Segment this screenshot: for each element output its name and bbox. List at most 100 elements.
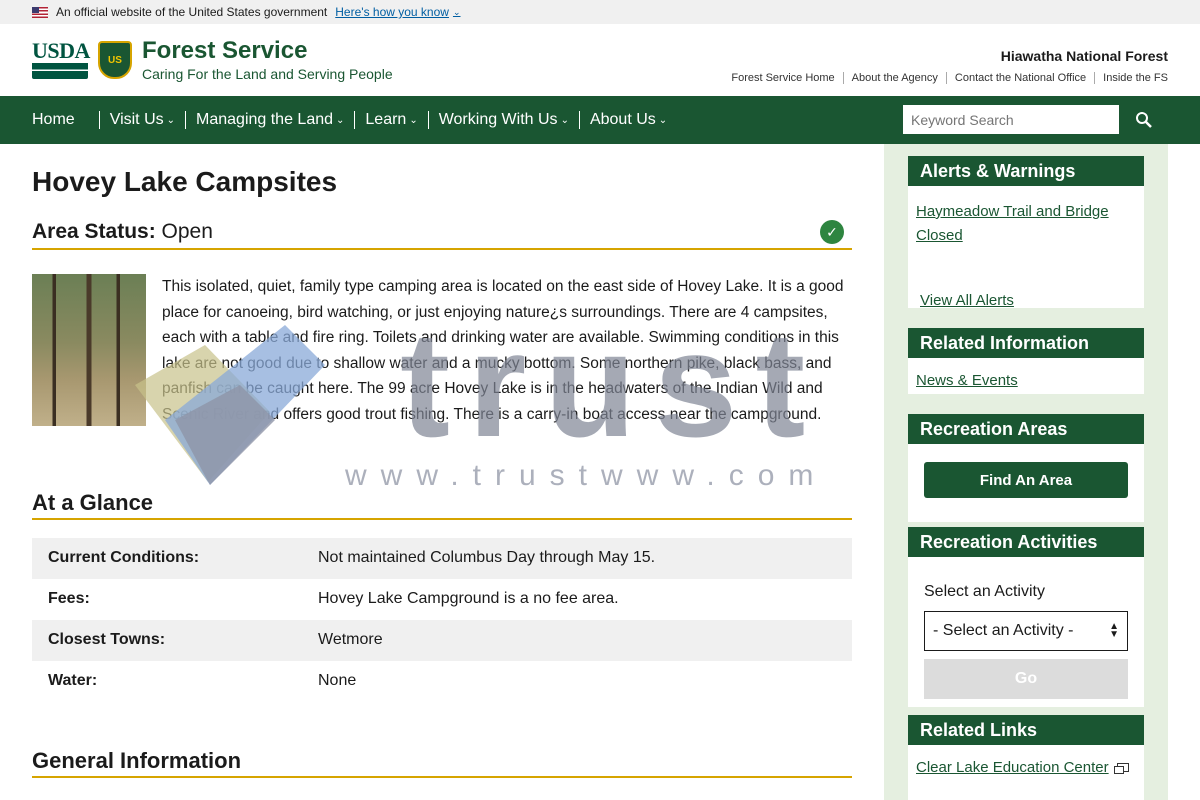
brand: Forest Service Caring For the Land and S…: [142, 38, 393, 83]
brand-tagline: Caring For the Land and Serving People: [142, 66, 393, 82]
nav-label[interactable]: Visit Us: [110, 111, 164, 129]
forest-service-shield-logo[interactable]: US: [98, 41, 132, 79]
sidebar: Alerts & Warnings Haymeadow Trail and Br…: [884, 144, 1168, 800]
nav-item-home[interactable]: Home: [32, 111, 75, 129]
nav-label[interactable]: Learn: [365, 111, 406, 129]
related-links-card: Related Links Clear Lake Education Cente…: [908, 715, 1144, 800]
search-button[interactable]: [1120, 104, 1168, 135]
chevron-down-icon: ⌄: [409, 114, 418, 126]
check-circle-icon: ✓: [820, 220, 844, 244]
nav-divider: [354, 111, 356, 129]
row-value: Hovey Lake Campground is a no fee area.: [318, 590, 619, 608]
alert-item-link[interactable]: Haymeadow Trail and Bridge Closed: [916, 203, 1109, 244]
utility-nav: Forest Service Home About the Agency Con…: [723, 72, 1168, 84]
chevron-down-icon: ⌄: [336, 114, 345, 126]
status-label: Area Status:: [32, 220, 156, 243]
alerts-footer: View All Alerts: [920, 292, 1014, 310]
nav-divider: [427, 111, 429, 129]
search-form: [902, 104, 1168, 135]
related-links-body: Clear Lake Education Center: [908, 745, 1144, 777]
row-key: Closest Towns:: [32, 619, 302, 661]
external-link-icon: [1114, 763, 1130, 775]
area-description: This isolated, quiet, family type campin…: [162, 278, 844, 423]
related-info-body: News & Events: [908, 358, 1144, 390]
alerts-body: Haymeadow Trail and Bridge Closed: [908, 186, 1144, 248]
table-row: Closest Towns: Wetmore: [32, 619, 852, 661]
find-area-button[interactable]: Find An Area: [924, 462, 1128, 498]
row-key: Current Conditions:: [32, 537, 302, 579]
intro-section: This isolated, quiet, family type campin…: [32, 274, 852, 428]
table-row: Fees: Hovey Lake Campground is a no fee a…: [32, 579, 852, 620]
usda-logo-text: USDA: [32, 38, 90, 63]
nav-item-working-with-us[interactable]: Working With Us ⌄: [439, 111, 569, 129]
recreation-areas-heading: Recreation Areas: [908, 414, 1144, 444]
main-nav: Home Visit Us ⌄ Managing the Land ⌄ Learn ⌄…: [0, 96, 1200, 144]
nav-item-managing-land[interactable]: Managing the Land ⌄: [196, 111, 344, 129]
row-value: Not maintained Columbus Day through May …: [302, 537, 852, 579]
table-row: Water: None: [32, 661, 852, 702]
campsite-photo[interactable]: [32, 274, 146, 426]
nav-divider: [185, 111, 187, 129]
site-header: USDA US Forest Service Caring For the La…: [0, 24, 1200, 96]
recreation-activities-heading: Recreation Activities: [908, 527, 1144, 557]
row-key: Water:: [48, 672, 98, 690]
how-you-know-label[interactable]: Here's how you know: [335, 5, 449, 19]
recreation-activities-card: Recreation Activities Select an Activity…: [908, 527, 1144, 707]
news-events-link[interactable]: News & Events: [916, 372, 1018, 389]
go-button[interactable]: Go: [924, 659, 1128, 699]
select-arrows-icon: ▲ ▼: [1109, 621, 1119, 640]
utility-link-about-agency[interactable]: About the Agency: [842, 72, 946, 84]
activity-select[interactable]: - Select an Activity - ▲ ▼: [924, 611, 1128, 651]
forest-name[interactable]: Hiawatha National Forest: [723, 48, 1168, 64]
alerts-heading: Alerts & Warnings: [908, 156, 1144, 186]
header-right: Hiawatha National Forest Forest Service …: [723, 48, 1168, 84]
status-value: Open: [161, 220, 213, 243]
nav-label[interactable]: Working With Us: [439, 111, 558, 129]
utility-link-forest-service-home[interactable]: Forest Service Home: [723, 72, 842, 84]
related-links-heading: Related Links: [908, 715, 1144, 745]
activity-select-label: Select an Activity: [924, 583, 1045, 600]
nav-item-visit-us[interactable]: Visit Us ⌄: [110, 111, 175, 129]
search-input[interactable]: [902, 104, 1120, 135]
search-icon: [1136, 111, 1152, 128]
at-a-glance-heading: At a Glance: [32, 490, 852, 520]
utility-link-contact[interactable]: Contact the National Office: [945, 72, 1094, 84]
chevron-down-icon: ⌄: [560, 114, 569, 126]
row-value: None: [318, 672, 357, 690]
status-label-wrap: Area Status: Open: [32, 220, 213, 244]
nav-item-learn[interactable]: Learn ⌄: [365, 111, 417, 129]
utility-link-inside-fs[interactable]: Inside the FS: [1094, 72, 1168, 84]
recreation-areas-card: Recreation Areas Find An Area: [908, 414, 1144, 522]
nav-label[interactable]: About Us: [590, 111, 656, 129]
at-a-glance-table: Current Conditions: Not maintained Columb…: [32, 537, 852, 702]
chevron-down-icon: ⌄: [658, 114, 668, 126]
page-title: Hovey Lake Campsites: [32, 166, 338, 197]
row-key: Fees:: [48, 590, 90, 608]
general-information-heading: General Information: [32, 748, 852, 778]
row-value: Wetmore: [302, 619, 852, 661]
nav-label[interactable]: Managing the Land: [196, 111, 333, 129]
brand-title[interactable]: Forest Service: [142, 38, 393, 64]
usda-logo[interactable]: USDA: [32, 38, 90, 79]
area-status: Area Status: Open ✓: [32, 220, 852, 250]
chevron-down-icon: ⌄: [452, 6, 461, 17]
nav-label[interactable]: Home: [32, 111, 75, 129]
gov-banner: An official website of the United States…: [0, 0, 1200, 24]
nav-item-about-us[interactable]: About Us ⌄: [590, 111, 667, 129]
view-all-alerts-link[interactable]: View All Alerts: [920, 292, 1014, 309]
shield-text: US: [108, 54, 122, 66]
nav-divider: [98, 111, 100, 129]
usda-waves-icon: [32, 63, 88, 79]
table-row: Current Conditions: Not maintained Columb…: [32, 537, 852, 579]
nav-divider: [578, 111, 580, 129]
related-info-heading: Related Information: [908, 328, 1144, 358]
us-flag-icon: [32, 6, 48, 18]
clear-lake-link[interactable]: Clear Lake Education Center: [916, 759, 1109, 776]
related-info-card: Related Information News & Events: [908, 328, 1144, 394]
gov-banner-text: An official website of the United States…: [56, 5, 328, 19]
how-you-know-link[interactable]: Here's how you know ⌄: [335, 5, 460, 19]
chevron-down-icon: ⌄: [166, 114, 176, 126]
main-content: Hovey Lake Campsites Area Status: Open ✓…: [32, 144, 852, 778]
activity-select-value: - Select an Activity -: [933, 622, 1074, 639]
alerts-card: Alerts & Warnings Haymeadow Trail and Br…: [908, 156, 1144, 310]
